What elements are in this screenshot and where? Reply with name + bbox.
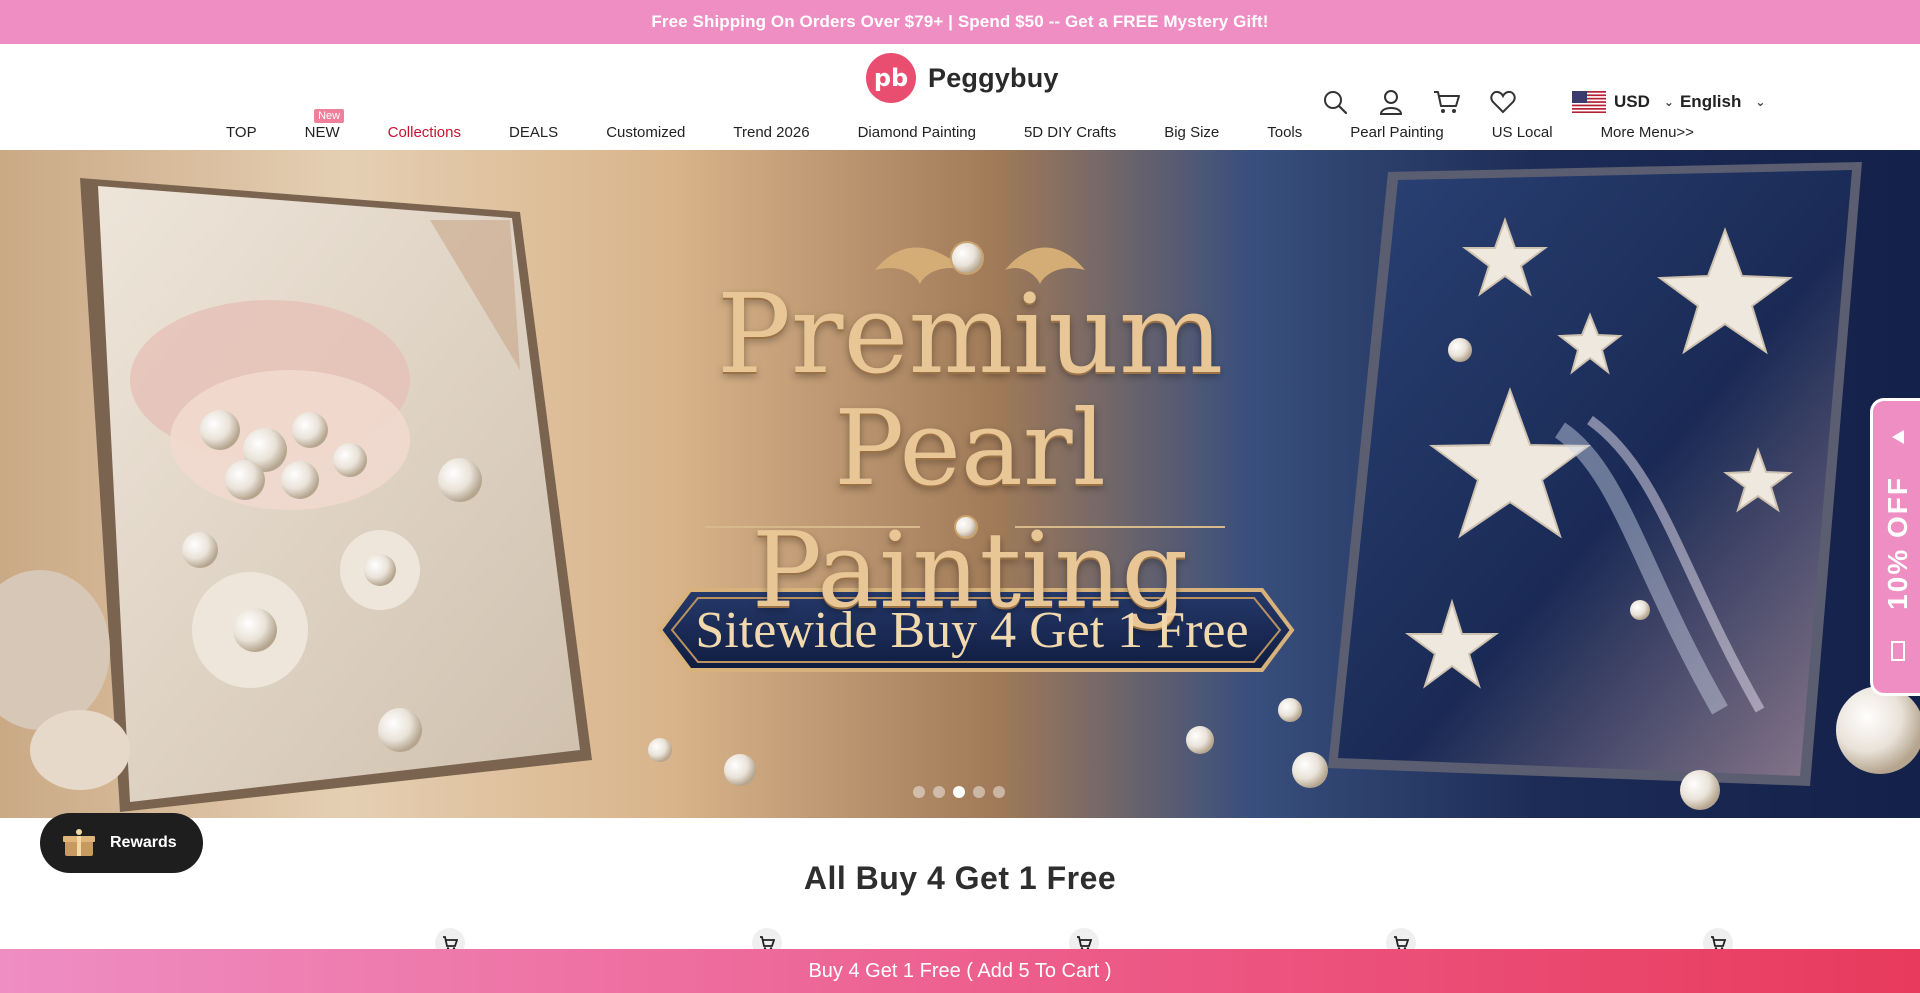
nav-item-new[interactable]: New NEW (281, 108, 364, 141)
gift-box-icon (63, 829, 95, 856)
new-badge: New (314, 108, 345, 123)
nav-item-deals[interactable]: DEALS (485, 124, 582, 141)
nav-item-5d-diy-crafts[interactable]: 5D DIY Crafts (1000, 124, 1140, 141)
gift-icon (1890, 641, 1905, 661)
carousel-dot-active[interactable] (953, 786, 965, 798)
language-label: English (1679, 92, 1742, 111)
discount-label: 10% OFF (1881, 476, 1913, 610)
product-cart-badges (0, 928, 1920, 958)
bundle-offer-bar[interactable]: Buy 4 Get 1 Free ( Add 5 To Cart ) (0, 949, 1920, 993)
chevron-down-icon: ⌄ (1663, 95, 1674, 109)
currency-selector[interactable]: USD (1572, 91, 1650, 113)
hero-banner[interactable]: Premium Pearl Painting Sitewide Buy 4 Ge… (0, 150, 1920, 818)
logo-text: Peggybuy (928, 62, 1059, 93)
logo[interactable]: pb Peggybuy (866, 52, 1059, 104)
nav-item-trend-2026[interactable]: Trend 2026 (709, 124, 833, 141)
currency-label: USD (1614, 92, 1650, 111)
hero-title-line1: Premium (716, 270, 1224, 398)
carousel-dot[interactable] (973, 786, 985, 798)
carousel-dots (913, 786, 1005, 798)
hero-ribbon-text: Sitewide Buy 4 Get 1 Free (695, 601, 1249, 659)
site-header: pb Peggybuy USD ⌄ English ⌄ TOP New NEW … (0, 44, 1920, 150)
nav-item-us-local[interactable]: US Local (1468, 124, 1577, 141)
nav-item-more-menu[interactable]: More Menu>> (1577, 124, 1718, 141)
discount-side-tab[interactable]: 10% OFF (1870, 398, 1920, 696)
bundle-offer-label: Buy 4 Get 1 Free ( Add 5 To Cart ) (808, 959, 1112, 982)
triangle-left-icon (1891, 430, 1904, 444)
language-selector[interactable]: ⌄ English ⌄ (1664, 92, 1766, 112)
announcement-bar: Free Shipping On Orders Over $79+ | Spen… (0, 0, 1920, 44)
nav-item-pearl-painting[interactable]: Pearl Painting (1326, 124, 1467, 141)
announcement-text: Free Shipping On Orders Over $79+ | Spen… (651, 12, 1269, 31)
svg-text:pb: pb (874, 64, 908, 92)
main-nav: TOP New NEW Collections DEALS Customized … (0, 108, 1920, 150)
chevron-down-icon: ⌄ (1755, 95, 1766, 109)
us-flag-icon (1572, 91, 1606, 113)
carousel-dot[interactable] (933, 786, 945, 798)
nav-item-big-size[interactable]: Big Size (1140, 124, 1243, 141)
carousel-dot[interactable] (993, 786, 1005, 798)
nav-item-diamond-painting[interactable]: Diamond Painting (834, 124, 1000, 141)
nav-item-tools[interactable]: Tools (1243, 124, 1326, 141)
nav-item-customized[interactable]: Customized (582, 124, 709, 141)
section-title: All Buy 4 Get 1 Free (803, 860, 1117, 896)
nav-item-top[interactable]: TOP (202, 124, 281, 141)
logo-icon: pb (866, 53, 916, 103)
rewards-label: Rewards (110, 834, 177, 851)
nav-item-collections[interactable]: Collections (364, 124, 485, 141)
carousel-dot[interactable] (913, 786, 925, 798)
